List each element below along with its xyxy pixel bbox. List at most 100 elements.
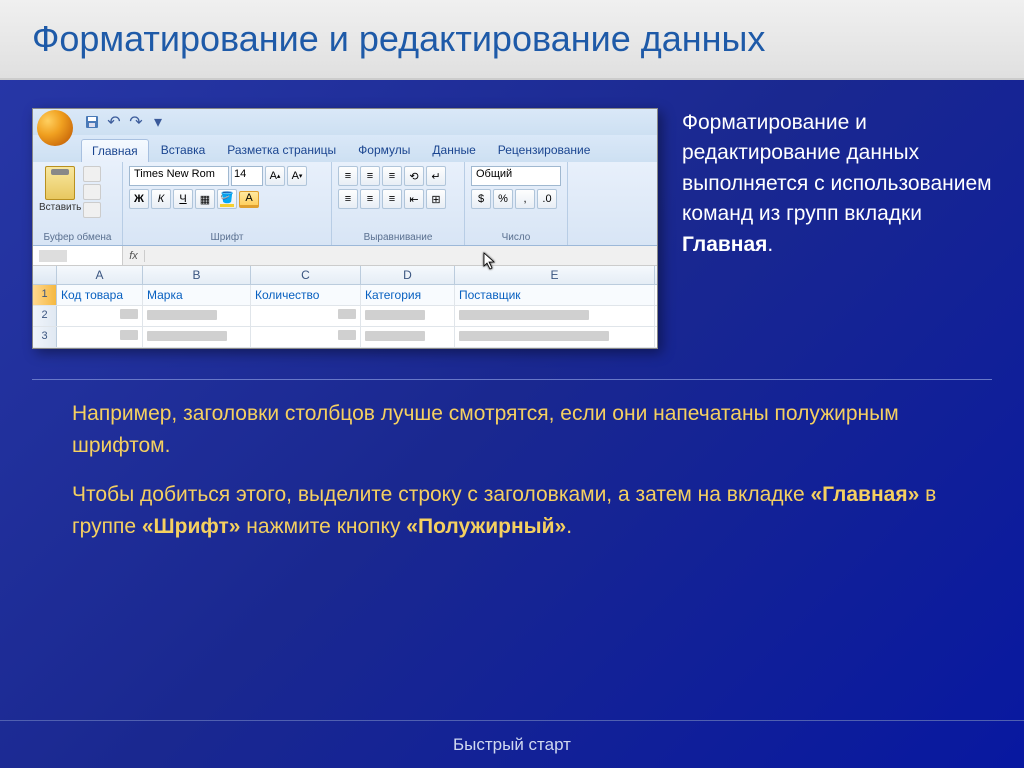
align-right-icon[interactable]: ≡ (382, 189, 402, 209)
side-explanation: Форматирование и редактирование данных в… (682, 108, 992, 349)
grow-font-icon[interactable]: A▴ (265, 166, 285, 186)
bold-button[interactable]: Ж (129, 189, 149, 209)
col-header-B[interactable]: B (143, 266, 251, 284)
group-alignment: ≡ ≡ ≡ ⟲ ↵ ≡ ≡ ≡ ⇤ ⊞ (332, 162, 465, 245)
tab-layout[interactable]: Разметка страницы (217, 139, 346, 162)
indent-dec-icon[interactable]: ⇤ (404, 189, 424, 209)
group-clipboard: Вставить Буфер обмена (33, 162, 123, 245)
cell-C1[interactable]: Количество (251, 285, 361, 305)
tab-formulas[interactable]: Формулы (348, 139, 420, 162)
ribbon-tabs: Главная Вставка Разметка страницы Формул… (33, 135, 657, 162)
tab-review[interactable]: Рецензирование (488, 139, 601, 162)
tab-data[interactable]: Данные (422, 139, 485, 162)
footer-text: Быстрый старт (453, 735, 571, 755)
cell[interactable] (361, 327, 455, 347)
text-bold: Главная (682, 233, 767, 256)
column-headers: A B C D E (33, 266, 657, 285)
text: . (767, 233, 773, 256)
shrink-font-icon[interactable]: A▾ (287, 166, 307, 186)
group-font: Times New Rom 14 A▴ A▾ Ж К Ч ▦ 🪣 A (123, 162, 332, 245)
col-header-C[interactable]: C (251, 266, 361, 284)
cell[interactable] (455, 306, 655, 326)
italic-button[interactable]: К (151, 189, 171, 209)
fill-color-icon[interactable]: 🪣 (217, 189, 237, 209)
paragraph: Например, заголовки столбцов лучше смотр… (72, 398, 952, 461)
cell[interactable] (251, 306, 361, 326)
cell[interactable] (57, 327, 143, 347)
group-label-alignment: Выравнивание (338, 230, 458, 243)
row-header-2[interactable]: 2 (33, 306, 57, 326)
number-format-select[interactable]: Общий (471, 166, 561, 186)
wrap-text-icon[interactable]: ↵ (426, 166, 446, 186)
office-orb-icon[interactable] (37, 110, 73, 146)
spreadsheet: A B C D E 1 Код товара Марка Количество … (33, 266, 657, 348)
inc-decimal-icon[interactable]: .0 (537, 189, 557, 209)
undo-icon[interactable]: ↶ (105, 113, 123, 131)
align-left-icon[interactable]: ≡ (338, 189, 358, 209)
excel-screenshot: ↶ ↷ ▾ Главная Вставка Разметка страницы … (32, 108, 658, 349)
font-color-button[interactable]: A (239, 191, 259, 208)
align-top-icon[interactable]: ≡ (338, 166, 358, 186)
text-bold: «Главная» (811, 483, 920, 506)
body-explanation: Например, заголовки столбцов лучше смотр… (32, 379, 992, 542)
table-row: 2 (33, 306, 657, 327)
table-row: 3 (33, 327, 657, 348)
cell-A1[interactable]: Код товара (57, 285, 143, 305)
slide-title: Форматирование и редактирование данных (32, 18, 992, 60)
tab-home[interactable]: Главная (81, 139, 149, 162)
formula-bar: fx (33, 246, 657, 266)
select-all-corner[interactable] (33, 266, 57, 284)
cell[interactable] (251, 327, 361, 347)
align-middle-icon[interactable]: ≡ (360, 166, 380, 186)
redo-icon[interactable]: ↷ (127, 113, 145, 131)
cell[interactable] (143, 306, 251, 326)
align-center-icon[interactable]: ≡ (360, 189, 380, 209)
cell[interactable] (361, 306, 455, 326)
row-header-1[interactable]: 1 (33, 285, 57, 305)
text-bold: «Шрифт» (142, 515, 241, 538)
format-painter-icon[interactable] (83, 202, 101, 218)
text-bold: «Полужирный» (406, 515, 566, 538)
paste-button[interactable]: Вставить (39, 166, 81, 213)
qat-dropdown-icon[interactable]: ▾ (149, 113, 167, 131)
orientation-icon[interactable]: ⟲ (404, 166, 424, 186)
align-bottom-icon[interactable]: ≡ (382, 166, 402, 186)
fx-icon[interactable]: fx (123, 250, 145, 262)
text: . (566, 515, 572, 538)
cell[interactable] (455, 327, 655, 347)
percent-icon[interactable]: % (493, 189, 513, 209)
border-icon[interactable]: ▦ (195, 189, 215, 209)
paragraph: Чтобы добиться этого, выделите строку с … (72, 479, 952, 542)
font-size-select[interactable]: 14 (231, 166, 263, 186)
copy-icon[interactable] (83, 184, 101, 200)
quick-access-toolbar: ↶ ↷ ▾ (33, 109, 657, 135)
comma-icon[interactable]: , (515, 189, 535, 209)
group-label-number: Число (471, 230, 561, 243)
merge-icon[interactable]: ⊞ (426, 189, 446, 209)
col-header-A[interactable]: A (57, 266, 143, 284)
cell-B1[interactable]: Марка (143, 285, 251, 305)
paste-icon (45, 166, 75, 200)
cursor-icon (483, 252, 497, 270)
group-label-font: Шрифт (129, 230, 325, 243)
ribbon: Вставить Буфер обмена Times New Rom (33, 162, 657, 246)
name-box[interactable] (33, 246, 123, 265)
title-bar: Форматирование и редактирование данных (0, 0, 1024, 80)
underline-button[interactable]: Ч (173, 189, 193, 209)
paste-label: Вставить (39, 202, 81, 213)
font-name-select[interactable]: Times New Rom (129, 166, 229, 186)
footer: Быстрый старт (0, 720, 1024, 768)
cell[interactable] (143, 327, 251, 347)
cell-E1[interactable]: Поставщик (455, 285, 655, 305)
cut-icon[interactable] (83, 166, 101, 182)
col-header-D[interactable]: D (361, 266, 455, 284)
cell-D1[interactable]: Категория (361, 285, 455, 305)
group-label-clipboard: Буфер обмена (39, 230, 116, 243)
cell[interactable] (57, 306, 143, 326)
group-number: Общий $ % , .0 Число (465, 162, 568, 245)
currency-icon[interactable]: $ (471, 189, 491, 209)
row-header-3[interactable]: 3 (33, 327, 57, 347)
text: нажмите кнопку (240, 515, 406, 538)
tab-insert[interactable]: Вставка (151, 139, 216, 162)
save-icon[interactable] (83, 113, 101, 131)
